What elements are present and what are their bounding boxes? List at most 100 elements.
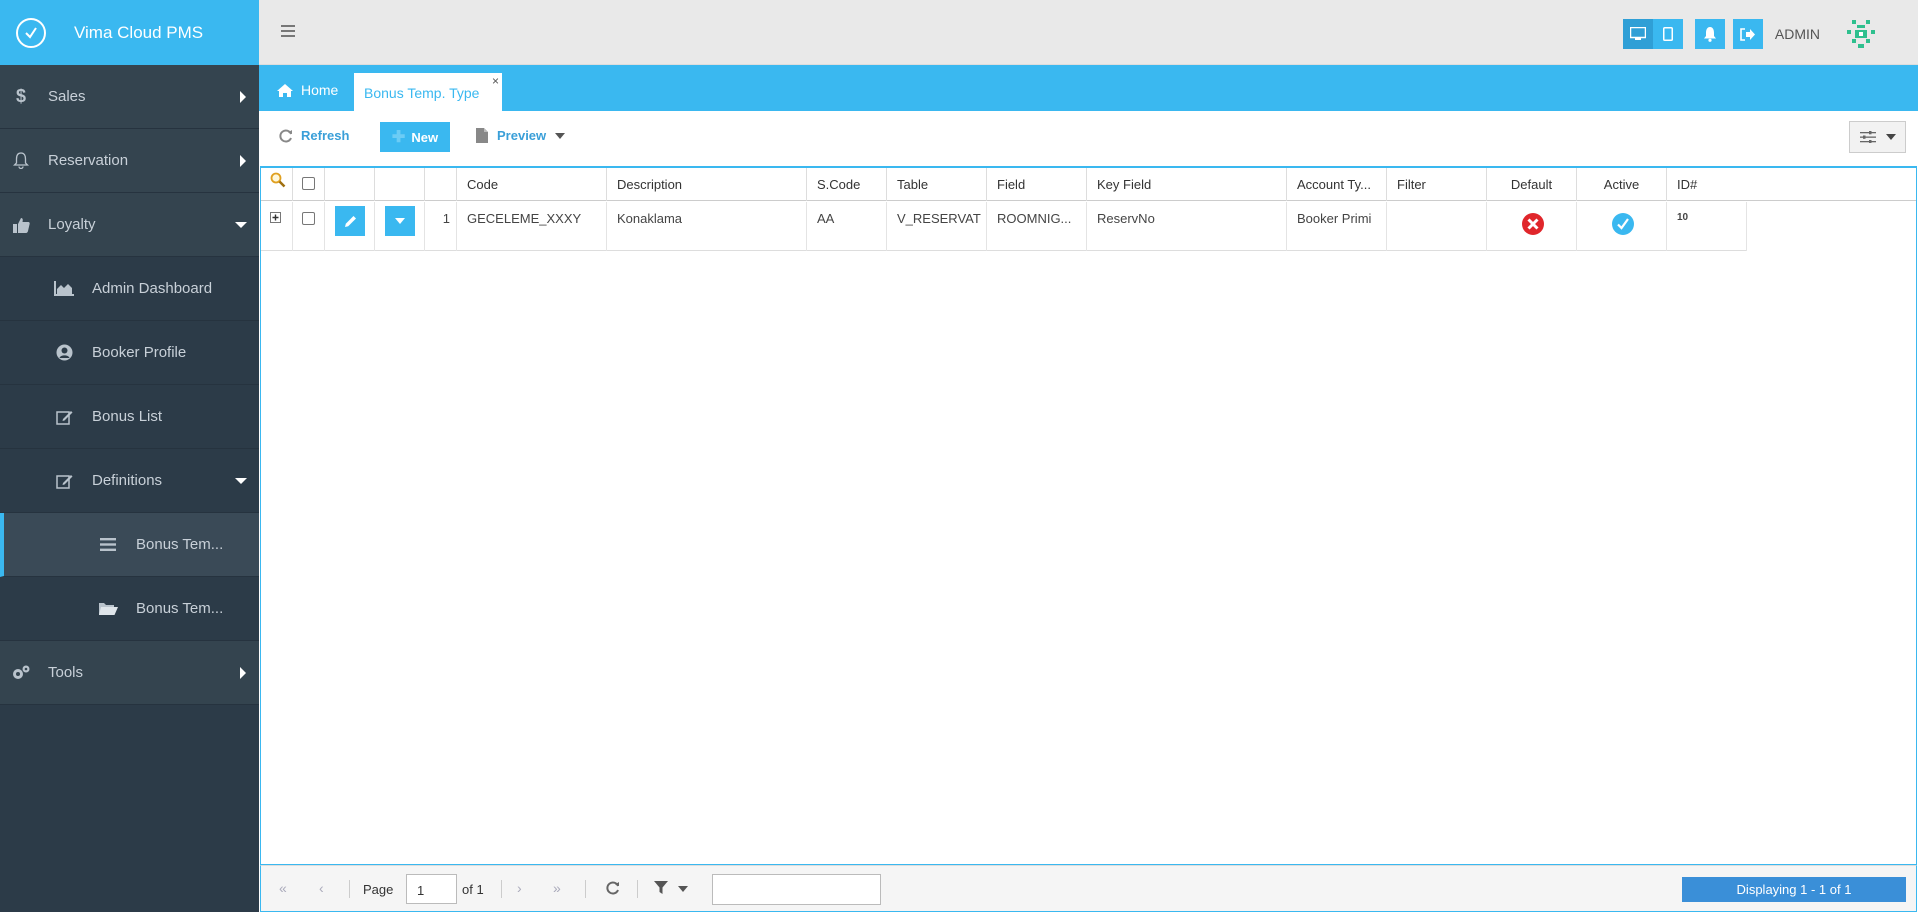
page-number-input[interactable]: 1: [406, 874, 457, 904]
cell-active: [1577, 202, 1667, 251]
file-icon: [476, 128, 488, 143]
sidebar-item-booker-profile[interactable]: Booker Profile: [0, 321, 259, 385]
display-count: Displaying 1 - 1 of 1: [1682, 877, 1906, 902]
cell-description: Konaklama: [607, 202, 807, 251]
check-circle-icon: [16, 17, 46, 48]
sidebar-item-definitions[interactable]: Definitions: [0, 449, 259, 513]
actions-column-header: [375, 168, 425, 201]
cell-id: 10: [1667, 202, 1747, 251]
area-chart-icon: [54, 281, 74, 296]
edit-row-button[interactable]: [335, 206, 365, 236]
bell-icon: [1703, 26, 1716, 42]
sign-out-icon: [1740, 27, 1756, 41]
edit-column-header: [325, 168, 375, 201]
sidebar-item-label: Tools: [48, 664, 84, 681]
sidebar-item-label: Bonus List: [92, 408, 163, 425]
filter-dropdown[interactable]: [654, 881, 688, 898]
tablet-icon: [1662, 27, 1673, 41]
brand[interactable]: Vima Cloud PMS: [0, 0, 259, 65]
column-header-active[interactable]: Active: [1577, 168, 1667, 201]
notifications-button[interactable]: [1694, 19, 1725, 49]
tab-home[interactable]: Home: [277, 82, 338, 98]
hamburger-menu-icon[interactable]: [281, 25, 295, 40]
sidebar-item-admin-dashboard[interactable]: Admin Dashboard: [0, 257, 259, 321]
toolbar: Refresh ✚ New Preview: [259, 111, 1918, 166]
sidebar-item-sales[interactable]: $ Sales: [0, 65, 259, 129]
tablet-view-button[interactable]: [1652, 19, 1683, 49]
sidebar-item-bonus-list[interactable]: Bonus List: [0, 385, 259, 449]
column-header-id[interactable]: ID#: [1667, 168, 1747, 201]
cell-scode: AA: [807, 202, 887, 251]
sidebar-item-label: Definitions: [92, 472, 163, 489]
previous-page-icon[interactable]: ‹: [319, 880, 324, 896]
user-name[interactable]: ADMIN: [1775, 26, 1820, 42]
rownum-column-header: [425, 168, 457, 201]
tab-bar: Home Bonus Temp. Type ×: [259, 65, 1918, 111]
refresh-icon: [279, 129, 292, 142]
grid-header: Code Description S.Code Table Field Key …: [261, 168, 1916, 201]
column-header-code[interactable]: Code: [457, 168, 607, 201]
close-tab-icon[interactable]: ×: [492, 74, 499, 88]
tab-bonus-temp-type[interactable]: Bonus Temp. Type ×: [354, 73, 502, 111]
tab-home-label: Home: [301, 82, 339, 98]
page-count-label: of 1: [462, 882, 484, 897]
first-page-icon[interactable]: «: [279, 880, 287, 896]
sidebar-item-bonus-temp-type[interactable]: Bonus Tem...: [0, 513, 259, 577]
refresh-button[interactable]: Refresh: [279, 128, 349, 143]
top-header: ADMIN: [259, 0, 1918, 65]
sidebar-item-bonus-template[interactable]: Bonus Tem...: [0, 577, 259, 641]
row-checkbox[interactable]: [293, 202, 325, 251]
sidebar-item-loyalty[interactable]: Loyalty: [0, 193, 259, 257]
pencil-icon: [344, 215, 356, 227]
new-button[interactable]: ✚ New: [380, 122, 450, 152]
plus-icon: ✚: [391, 129, 406, 146]
thumbs-up-icon: [11, 217, 31, 233]
list-icon: [98, 538, 118, 551]
tab-label: Bonus Temp. Type: [364, 85, 480, 101]
column-header-default[interactable]: Default: [1487, 168, 1577, 201]
column-header-account-type[interactable]: Account Ty...: [1287, 168, 1387, 201]
preview-button[interactable]: Preview: [476, 128, 574, 143]
active-check-icon: [1612, 213, 1634, 235]
last-page-icon[interactable]: »: [553, 880, 561, 896]
sidebar-item-tools[interactable]: Tools: [0, 641, 259, 705]
caret-down-icon: [395, 218, 405, 224]
edit-icon: [54, 473, 74, 489]
column-header-key-field[interactable]: Key Field: [1087, 168, 1287, 201]
sidebar-item-label: Bonus Tem...: [136, 536, 224, 553]
select-all-checkbox[interactable]: [293, 168, 325, 201]
new-label: New: [411, 129, 439, 145]
cell-default: [1487, 202, 1577, 251]
column-header-field[interactable]: Field: [987, 168, 1087, 201]
caret-down-icon: [677, 886, 688, 892]
caret-right-icon: [240, 90, 246, 103]
caret-right-icon: [240, 154, 246, 167]
home-icon: [277, 83, 293, 97]
page-label: Page: [363, 882, 394, 897]
cell-field: ROOMNIG...: [987, 202, 1087, 251]
table-row[interactable]: 1 GECELEME_XXXY Konaklama AA V_RESERVAT …: [261, 202, 1747, 251]
column-header-scode[interactable]: S.Code: [807, 168, 887, 201]
sidebar-item-label: Admin Dashboard: [92, 280, 213, 297]
column-settings-button[interactable]: [1849, 121, 1906, 153]
refresh-label: Refresh: [301, 128, 350, 143]
sidebar-item-reservation[interactable]: Reservation: [0, 129, 259, 193]
desktop-icon: [1629, 27, 1646, 40]
column-header-description[interactable]: Description: [607, 168, 807, 201]
expand-row-icon[interactable]: [261, 202, 293, 251]
avatar[interactable]: [1844, 17, 1878, 51]
quick-filter-input[interactable]: [712, 874, 881, 905]
sidebar-item-label: Loyalty: [48, 216, 96, 233]
reload-icon[interactable]: [606, 881, 620, 898]
column-header-filter[interactable]: Filter: [1387, 168, 1487, 201]
row-actions-dropdown[interactable]: [385, 206, 415, 236]
caret-down-icon: [235, 477, 247, 484]
search-icon[interactable]: [261, 168, 293, 201]
actions-cell: [375, 202, 425, 251]
cell-key-field: ReservNo: [1087, 202, 1287, 251]
next-page-icon[interactable]: ›: [517, 880, 522, 896]
desktop-view-button[interactable]: [1622, 19, 1653, 49]
column-header-table[interactable]: Table: [887, 168, 987, 201]
cell-table: V_RESERVAT: [887, 202, 987, 251]
logout-button[interactable]: [1732, 19, 1763, 49]
